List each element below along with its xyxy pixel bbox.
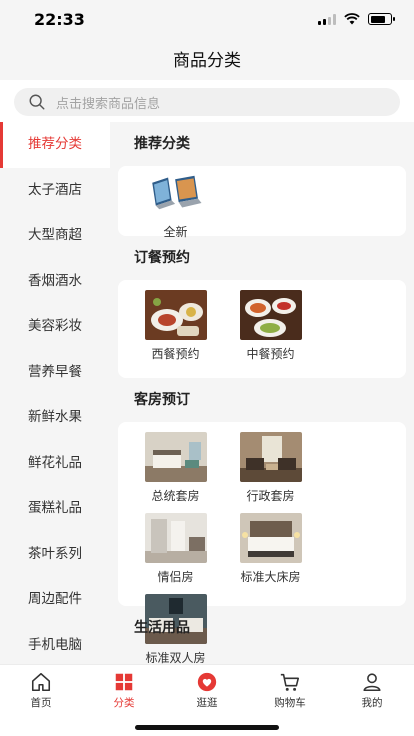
sidebar-item-breakfast[interactable]: 营养早餐 — [0, 350, 110, 396]
sidebar-item-accessories[interactable]: 周边配件 — [0, 577, 110, 623]
tab-profile[interactable]: 我的 — [331, 671, 413, 710]
category-tile-executive-suite[interactable]: 行政套房 — [223, 430, 318, 505]
sidebar-item-hotel[interactable]: 太子酒店 — [0, 168, 110, 214]
category-tile-standard-king[interactable]: 标准大床房 — [223, 511, 318, 586]
room-image — [144, 513, 207, 563]
tab-label: 逛逛 — [196, 697, 218, 709]
home-indicator — [135, 725, 279, 730]
sidebar-item-supermarket[interactable]: 大型商超 — [0, 213, 110, 259]
tab-label: 分类 — [113, 697, 135, 709]
tile-label: 标准大床房 — [240, 570, 301, 584]
section-title: 生活用品 — [134, 620, 190, 636]
sidebar-item-flowers[interactable]: 鲜花礼品 — [0, 441, 110, 487]
tab-label: 首页 — [30, 697, 52, 709]
search-icon — [29, 94, 45, 110]
tab-browse[interactable]: 逛逛 — [166, 671, 248, 710]
signal-icon — [318, 13, 336, 25]
chinese-food-image — [239, 290, 302, 340]
sidebar-item-label: 营养早餐 — [28, 363, 82, 380]
category-tile-new[interactable]: 全新 — [128, 172, 223, 241]
wifi-icon — [344, 13, 360, 25]
tile-label: 西餐预约 — [151, 347, 200, 361]
sidebar-item-label: 推荐分类 — [28, 136, 82, 152]
sidebar-item-label: 鲜花礼品 — [28, 454, 82, 471]
category-card: 西餐预约 中餐预约 — [118, 280, 406, 378]
status-icons — [318, 13, 395, 25]
category-content: 推荐分类 全新 订餐预约 西餐预约 中餐预约 客房预订 总统套房 行政套房 情侣… — [110, 122, 414, 664]
status-bar: 22:33 — [0, 0, 414, 40]
tile-label: 行政套房 — [246, 489, 295, 503]
tab-category[interactable]: 分类 — [83, 671, 165, 710]
sidebar-item-label: 大型商超 — [28, 227, 82, 243]
category-icon — [115, 673, 133, 691]
status-time: 22:33 — [34, 10, 85, 29]
tile-label: 总统套房 — [151, 489, 200, 503]
cart-icon — [280, 673, 300, 691]
western-food-image — [144, 290, 207, 340]
sidebar-item-label: 茶叶系列 — [28, 545, 82, 562]
sidebar-item-label: 太子酒店 — [28, 181, 82, 198]
sidebar-item-label: 美容彩妆 — [28, 318, 82, 334]
laptops-image — [148, 174, 203, 218]
tab-label: 我的 — [361, 697, 383, 709]
room-image — [239, 513, 302, 563]
tile-label: 中餐预约 — [246, 347, 295, 361]
category-card: 全新 — [118, 166, 406, 239]
page-title: 商品分类 — [173, 51, 241, 71]
category-sidebar: 推荐分类 太子酒店 大型商超 香烟酒水 美容彩妆 营养早餐 新鲜水果 鲜花礼品 … — [0, 122, 110, 664]
section-title: 订餐预约 — [134, 250, 190, 266]
sidebar-item-label: 新鲜水果 — [28, 409, 82, 425]
category-card: 总统套房 行政套房 情侣房 标准大床房 标准双人房 — [118, 422, 406, 664]
sidebar-item-phones[interactable]: 手机电脑 — [0, 623, 110, 665]
category-tile-couple-room[interactable]: 情侣房 — [128, 511, 223, 586]
room-image — [239, 432, 302, 482]
sidebar-item-label: 周边配件 — [28, 591, 82, 607]
sidebar-item-fruit[interactable]: 新鲜水果 — [0, 395, 110, 441]
sidebar-item-cake[interactable]: 蛋糕礼品 — [0, 486, 110, 532]
sidebar-item-label: 手机电脑 — [28, 636, 82, 653]
sidebar-item-tea[interactable]: 茶叶系列 — [0, 532, 110, 578]
category-tile-chinese-food[interactable]: 中餐预约 — [223, 288, 318, 366]
search-input[interactable]: 点击搜索商品信息 — [14, 88, 400, 116]
category-tile-western-food[interactable]: 西餐预约 — [128, 288, 223, 366]
section-title: 推荐分类 — [134, 136, 190, 152]
home-icon — [31, 672, 51, 692]
category-tile-presidential-suite[interactable]: 总统套房 — [128, 430, 223, 505]
tile-label: 标准双人房 — [145, 651, 206, 664]
user-icon — [363, 673, 381, 692]
sidebar-item-beauty[interactable]: 美容彩妆 — [0, 304, 110, 350]
tab-label: 购物车 — [274, 697, 306, 709]
battery-icon — [368, 13, 395, 25]
tile-label: 情侣房 — [157, 570, 194, 584]
search-bar: 点击搜索商品信息 — [0, 80, 414, 122]
sidebar-item-tobacco-liquor[interactable]: 香烟酒水 — [0, 259, 110, 305]
sidebar-item-recommended[interactable]: 推荐分类 — [0, 122, 110, 168]
tab-cart[interactable]: 购物车 — [249, 671, 331, 710]
heart-badge-icon — [197, 672, 217, 692]
tab-home[interactable]: 首页 — [0, 671, 82, 710]
search-placeholder: 点击搜索商品信息 — [56, 96, 161, 112]
sidebar-item-label: 香烟酒水 — [28, 272, 82, 289]
section-title: 客房预订 — [134, 392, 190, 408]
sidebar-item-label: 蛋糕礼品 — [28, 500, 82, 516]
room-image — [144, 432, 207, 482]
